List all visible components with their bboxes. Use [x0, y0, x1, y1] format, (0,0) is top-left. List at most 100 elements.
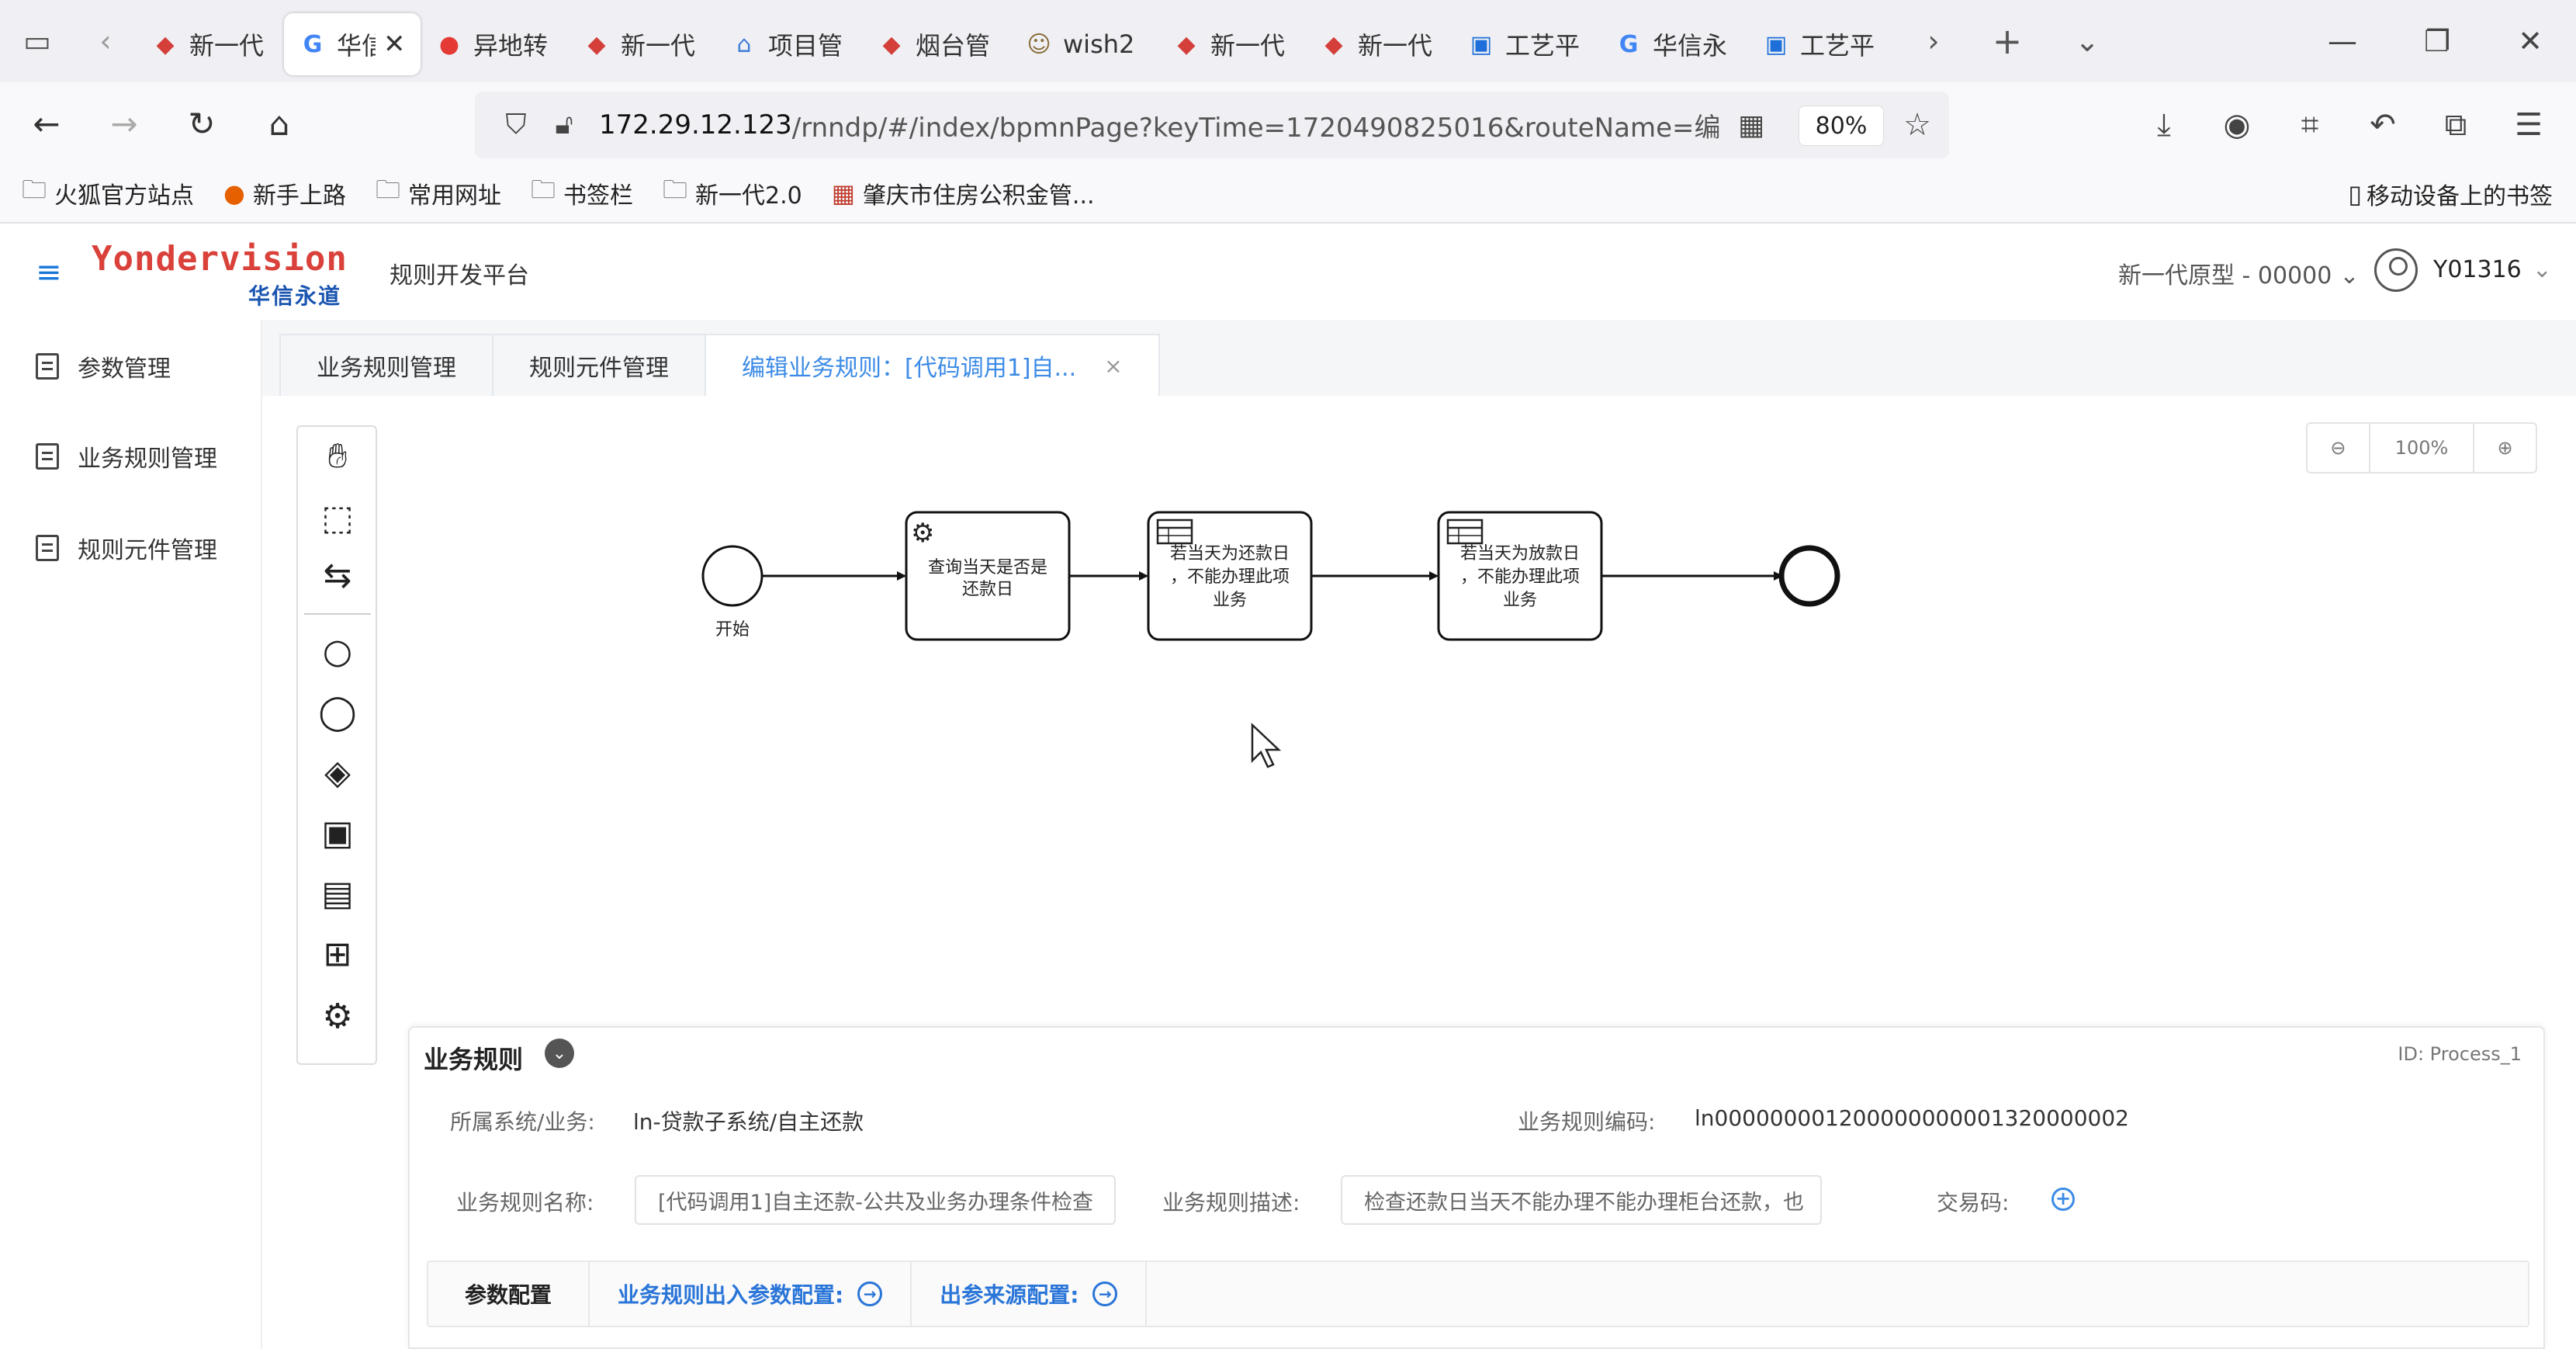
undo-arrow-icon[interactable]: ↶ — [2359, 101, 2407, 149]
new-tab-icon[interactable]: + — [1965, 0, 2050, 82]
browser-tab[interactable]: ◆ 烟台管 — [863, 13, 1010, 75]
user-avatar-icon[interactable] — [2374, 248, 2418, 292]
firefox-icon: ● — [223, 179, 245, 208]
bookmark-item[interactable]: ▦ 肇庆市住房公积金管... — [832, 176, 1095, 210]
bookmark-item[interactable]: 🗀︎ 新一代2.0 — [663, 172, 802, 214]
bookmark-item[interactable]: 🗀︎ 书签栏 — [531, 172, 633, 214]
diamond-icon: ◆ — [587, 30, 606, 58]
sidebar-item-label: 业务规则管理 — [78, 446, 217, 473]
org-label: 新一代原型 - 00000 — [2118, 262, 2332, 290]
tab-title: 新一代 — [1358, 31, 1433, 61]
account-icon[interactable]: ◉ — [2213, 101, 2261, 149]
add-txcode-icon[interactable]: + — [2051, 1188, 2075, 1211]
forward-icon[interactable]: → — [85, 82, 163, 165]
folder-icon: 🗀︎ — [22, 175, 47, 204]
browser-tab[interactable]: ● 异地转 — [421, 13, 568, 75]
tab-business-rules[interactable]: 业务规则管理 — [279, 334, 493, 396]
config-label: 参数配置 — [428, 1261, 590, 1326]
output-source-config-link[interactable]: 出参来源配置: → — [912, 1261, 1148, 1326]
collapse-chevron-icon[interactable]: ⌄ — [545, 1039, 574, 1068]
address-bar[interactable]: ⛉ 🔓︎ 172.29.12.123/rnndp/#/index/bpmnPag… — [475, 92, 1949, 158]
shield-icon[interactable]: ⛉ — [492, 109, 540, 141]
start-event[interactable] — [701, 545, 763, 607]
browser-tab[interactable]: ◆ 新一代 — [1305, 13, 1452, 75]
tab-overview-icon[interactable]: ▭ — [0, 0, 74, 82]
logo-subtext: 华信永道 — [248, 283, 342, 309]
io-params-config-link[interactable]: 业务规则出入参数配置: → — [590, 1261, 912, 1326]
download-icon[interactable]: ⤓ — [2140, 101, 2188, 149]
bookmark-label: 常用网址 — [407, 182, 501, 210]
tab-title: 烟台管 — [916, 31, 991, 61]
browser-tab[interactable]: ☺ wish2 — [1010, 13, 1158, 75]
tab-title: 项目管 — [768, 31, 843, 61]
home-icon: ⌂ — [736, 30, 752, 58]
user-menu[interactable]: Y01316 ⌄ — [2433, 256, 2552, 283]
browser-tab-bar: ▭ ‹ ◆ 新一代 G 华信 ✕ ● 异地转 ◆ 新一代 ⌂ 项目管 ◆ 烟台管 ☺ wish2 ◆ 新一代 ◆ 新… — [0, 0, 2576, 82]
hamburger-menu-icon[interactable]: ≡ — [36, 255, 62, 290]
config-link-label: 出参来源配置: — [940, 1282, 1079, 1308]
menu-icon[interactable]: ☰ — [2505, 101, 2553, 149]
qr-code-icon[interactable]: ▦ — [1727, 109, 1775, 141]
close-tab-icon[interactable]: × — [1104, 353, 1122, 379]
close-tab-icon[interactable]: ✕ — [383, 29, 406, 60]
start-event-label: 开始 — [715, 620, 750, 640]
zoom-level-chip[interactable]: 80% — [1799, 106, 1884, 146]
bookmark-item[interactable]: 🗀︎ 常用网址 — [376, 172, 501, 214]
scroll-tabs-right-icon[interactable]: › — [1903, 0, 1965, 82]
browser-tab[interactable]: ◆ 新一代 — [568, 13, 715, 75]
bookmark-label: 新手上路 — [252, 182, 346, 210]
browser-tab[interactable]: ⌂ 项目管 — [715, 13, 863, 75]
sidebar-item-components[interactable]: 规则元件管理 — [36, 531, 217, 565]
folder-icon: 🗀︎ — [662, 175, 687, 204]
browser-tab[interactable]: ◆ 新一代 — [137, 13, 284, 75]
app-header: ≡ Yondervision 华信永道 规则开发平台 新一代原型 - 00000… — [0, 225, 2576, 320]
scroll-tabs-left-icon[interactable]: ‹ — [74, 0, 137, 82]
close-window-icon[interactable]: ✕ — [2488, 0, 2573, 82]
system-label: 所属系统/业务: — [450, 1109, 595, 1135]
tab-list-chevron-icon[interactable]: ⌄ — [2050, 0, 2124, 82]
url-host: 172.29.12.123 — [599, 109, 792, 140]
browser-tab[interactable]: ◆ 新一代 — [1158, 13, 1305, 75]
bookmark-item[interactable]: 🗀︎ 火狐官方站点 — [22, 172, 194, 214]
bookmark-item[interactable]: ● 新手上路 — [223, 176, 346, 210]
browser-tab[interactable]: ▣ 工艺平 — [1747, 13, 1895, 75]
diamond-icon: ◆ — [1177, 30, 1196, 58]
tab-title: 异地转 — [473, 31, 549, 61]
sidebar-item-label: 规则元件管理 — [78, 537, 217, 564]
rule-name-input[interactable]: [代码调用1]自主还款-公共及业务办理条件检查 — [635, 1175, 1116, 1225]
tab-label: 业务规则管理 — [317, 355, 456, 382]
gear-icon[interactable]: ⚙ — [315, 994, 360, 1039]
properties-panel: 业务规则 ⌄ ID: Process_1 所属系统/业务: ln-贷款子系统/自… — [408, 1026, 2545, 1349]
browser-tab[interactable]: G 华信永 — [1600, 13, 1747, 75]
screenshot-crop-icon[interactable]: ⌗ — [2286, 101, 2334, 149]
minimize-icon[interactable]: — — [2300, 0, 2385, 82]
back-icon[interactable]: ← — [8, 82, 85, 165]
restore-icon[interactable]: ❐ — [2394, 0, 2480, 82]
browser-tab[interactable]: ▣ 工艺平 — [1452, 13, 1600, 75]
diamond-icon: ◆ — [1324, 30, 1343, 58]
mobile-bookmarks[interactable]: ▯ 移动设备上的书签 — [2348, 165, 2553, 224]
doc-icon — [36, 443, 59, 470]
bookmark-star-icon[interactable]: ☆ — [1893, 101, 1941, 149]
bookmark-label: 新一代2.0 — [694, 182, 802, 210]
tab-components[interactable]: 规则元件管理 — [492, 334, 706, 396]
tab-edit-rule[interactable]: 编辑业务规则：[代码调用1]自... × — [705, 334, 1160, 396]
system-value: ln-贷款子系统/自主还款 — [633, 1109, 864, 1135]
sidebar-item-params[interactable]: 参数管理 — [36, 349, 171, 383]
browser-tab[interactable]: G 华信 ✕ — [284, 13, 421, 75]
org-selector[interactable]: 新一代原型 - 00000 ⌄ — [2118, 256, 2359, 290]
extensions-icon[interactable]: ⧉ — [2432, 101, 2480, 149]
rule-desc-input[interactable]: 检查还款日当天不能办理不能办理柜台还款，也 — [1341, 1175, 1822, 1225]
insecure-lock-icon[interactable]: 🔓︎ — [540, 109, 588, 141]
gear-icon: ⚙ — [911, 518, 934, 549]
avatar-icon: ☺ — [1027, 30, 1051, 58]
end-event[interactable] — [1778, 545, 1840, 607]
tab-title: 新一代 — [1210, 31, 1286, 61]
home-icon[interactable]: ⌂ — [241, 82, 318, 165]
tab-label: 规则元件管理 — [529, 355, 669, 382]
sidebar-item-business-rules[interactable]: 业务规则管理 — [36, 439, 217, 473]
name-label: 业务规则名称: — [456, 1190, 594, 1215]
reload-icon[interactable]: ↻ — [163, 82, 241, 165]
tab-title: 华信永 — [1653, 31, 1728, 61]
diamond-icon: ◆ — [882, 30, 901, 58]
